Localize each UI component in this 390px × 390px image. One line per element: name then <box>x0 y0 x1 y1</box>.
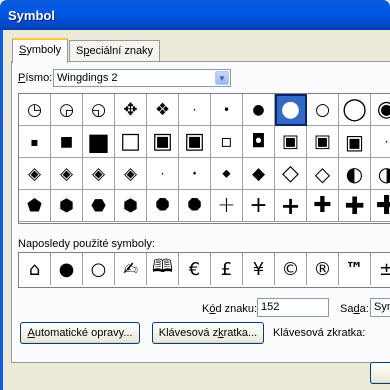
symbol-cell[interactable]: ◷ <box>19 94 51 126</box>
recent-symbol[interactable]: ® <box>307 253 339 285</box>
symbol-cell[interactable]: ◈ <box>19 158 51 190</box>
recent-symbol[interactable]: € <box>179 253 211 285</box>
symbol-cell[interactable]: ◇ <box>307 158 339 190</box>
symbol-cell[interactable]: ⯃ <box>147 190 179 222</box>
symbol-cell[interactable]: ● <box>243 94 275 126</box>
window-frame <box>0 30 3 390</box>
tab-symboly[interactable]: Symboly <box>12 38 69 63</box>
symbol-cell[interactable]: ◯ <box>339 94 371 126</box>
font-label: Písmo: <box>18 72 52 84</box>
symbol-cell[interactable]: · <box>147 158 179 190</box>
recent-symbols-list[interactable]: ⌂ ● ○ ✍ 🕮 € £ ¥ © ® ™ ± <box>18 252 390 288</box>
symbol-cell[interactable]: + <box>275 190 307 222</box>
symbol-cell[interactable]: ◐ <box>339 158 371 190</box>
symbol-cell[interactable]: ⬣ <box>83 190 115 222</box>
shortcut-key-button[interactable]: Klávesová zkratka... <box>152 322 264 344</box>
recent-symbol[interactable]: £ <box>211 253 243 285</box>
symbol-cell[interactable]: ◈ <box>51 158 83 190</box>
symbol-cell[interactable]: ✚ <box>339 190 371 222</box>
recent-symbol[interactable]: ± <box>371 253 390 285</box>
autocorrect-button[interactable]: Automatické opravy... <box>20 322 140 344</box>
symbol-cell[interactable]: · <box>179 94 211 126</box>
symbol-cell[interactable]: ◶ <box>51 94 83 126</box>
font-select-value: Wingdings 2 <box>57 72 118 84</box>
window-title: Symbol <box>8 8 55 23</box>
symbol-grid[interactable]: ◷ ◶ ◵ ✥ ❖ · • ● ● ○ ◯ ◉ ▪ ■ ■ □ ▣ ▣ ▫ ◘ … <box>18 93 390 224</box>
symbol-cell[interactable]: ◆ <box>243 158 275 190</box>
symbol-cell[interactable]: ❖ <box>147 94 179 126</box>
symbol-cell[interactable]: ▣ <box>307 126 339 158</box>
symbol-cell[interactable]: ◵ <box>83 94 115 126</box>
symbol-cell[interactable]: ◈ <box>115 158 147 190</box>
symbol-cell[interactable]: + <box>211 190 243 222</box>
subset-label-text: a: <box>359 303 369 315</box>
symbol-cell[interactable]: ⬩ <box>179 158 211 190</box>
symbol-cell[interactable]: ✥ <box>115 94 147 126</box>
symbol-cell[interactable]: ◑ <box>371 158 390 190</box>
symbol-cell[interactable]: ◈ <box>83 158 115 190</box>
font-select[interactable]: Wingdings 2 ▼ <box>53 69 231 87</box>
autocorrect-label: utomatické opravy... <box>34 327 133 339</box>
recent-symbol[interactable]: 🕮 <box>147 253 179 285</box>
shortcut-pre: Klávesová z <box>158 327 219 339</box>
symbol-cell[interactable]: ▣ <box>339 126 371 158</box>
title-bar: Symbol <box>0 0 390 30</box>
symbol-cell[interactable]: ▣ <box>147 126 179 158</box>
tab-special-label: eciální znaky <box>89 45 154 57</box>
recent-symbol[interactable]: ™ <box>339 253 371 285</box>
symbol-cell[interactable]: ✚ <box>371 190 390 222</box>
recent-symbol[interactable]: © <box>275 253 307 285</box>
subset-label: Sada: <box>340 303 369 315</box>
symbol-cell[interactable]: • <box>211 94 243 126</box>
subset-select[interactable]: Sym <box>370 298 390 317</box>
symbol-cell[interactable]: ⯃ <box>179 190 211 222</box>
symbol-cell[interactable]: ▫ <box>211 126 243 158</box>
symbol-cell[interactable]: ⬟ <box>19 190 51 222</box>
char-code-label: Kód znaku: <box>202 303 257 315</box>
symbol-cell[interactable]: ⬢ <box>115 190 147 222</box>
symbol-cell[interactable]: · <box>371 126 390 158</box>
symbol-cell[interactable]: ■ <box>51 126 83 158</box>
symbol-cell[interactable]: ■ <box>83 126 115 158</box>
subset-label-pre: Sa <box>340 303 354 315</box>
symbol-cell[interactable]: ▣ <box>179 126 211 158</box>
symbol-cell[interactable]: ◇ <box>275 158 307 190</box>
font-label-text: ísmo: <box>25 72 53 84</box>
symbol-cell[interactable]: ▪ <box>19 126 51 158</box>
symbol-cell[interactable]: + <box>243 190 275 222</box>
recent-symbol[interactable]: ● <box>51 253 83 285</box>
symbol-cell[interactable]: ▣ <box>275 126 307 158</box>
recent-symbol[interactable]: ✍ <box>115 253 147 285</box>
char-code-input[interactable]: 152 <box>257 298 329 317</box>
symbol-cell[interactable]: ⬢ <box>51 190 83 222</box>
symbol-cell-selected[interactable]: ● <box>275 94 307 126</box>
recent-symbols-label: Naposledy použité symboly: <box>18 238 155 250</box>
recent-symbol[interactable]: ¥ <box>243 253 275 285</box>
tab-symboly-label: ymboly <box>26 44 62 56</box>
shortcut-label: ratka... <box>223 327 258 339</box>
symbol-cell[interactable]: ○ <box>307 94 339 126</box>
symbol-cell[interactable]: ◉ <box>371 94 390 126</box>
chevron-down-icon[interactable]: ▼ <box>215 71 229 85</box>
symbol-cell[interactable]: ✚ <box>307 190 339 222</box>
autocorrect-accel: A <box>27 327 35 339</box>
symbol-cell[interactable]: ⬥ <box>211 158 243 190</box>
recent-symbol[interactable]: ⌂ <box>19 253 51 285</box>
symbol-cell[interactable]: ◘ <box>243 126 275 158</box>
shortcut-key-label: Klávesová zkratka: <box>273 327 366 339</box>
tab-special-chars[interactable]: Speciální znaky <box>69 40 161 61</box>
recent-symbol[interactable]: ○ <box>83 253 115 285</box>
dialog-button-partial[interactable] <box>370 362 390 384</box>
char-code-label-text: d znaku: <box>215 303 258 315</box>
symbol-cell[interactable]: □ <box>115 126 147 158</box>
